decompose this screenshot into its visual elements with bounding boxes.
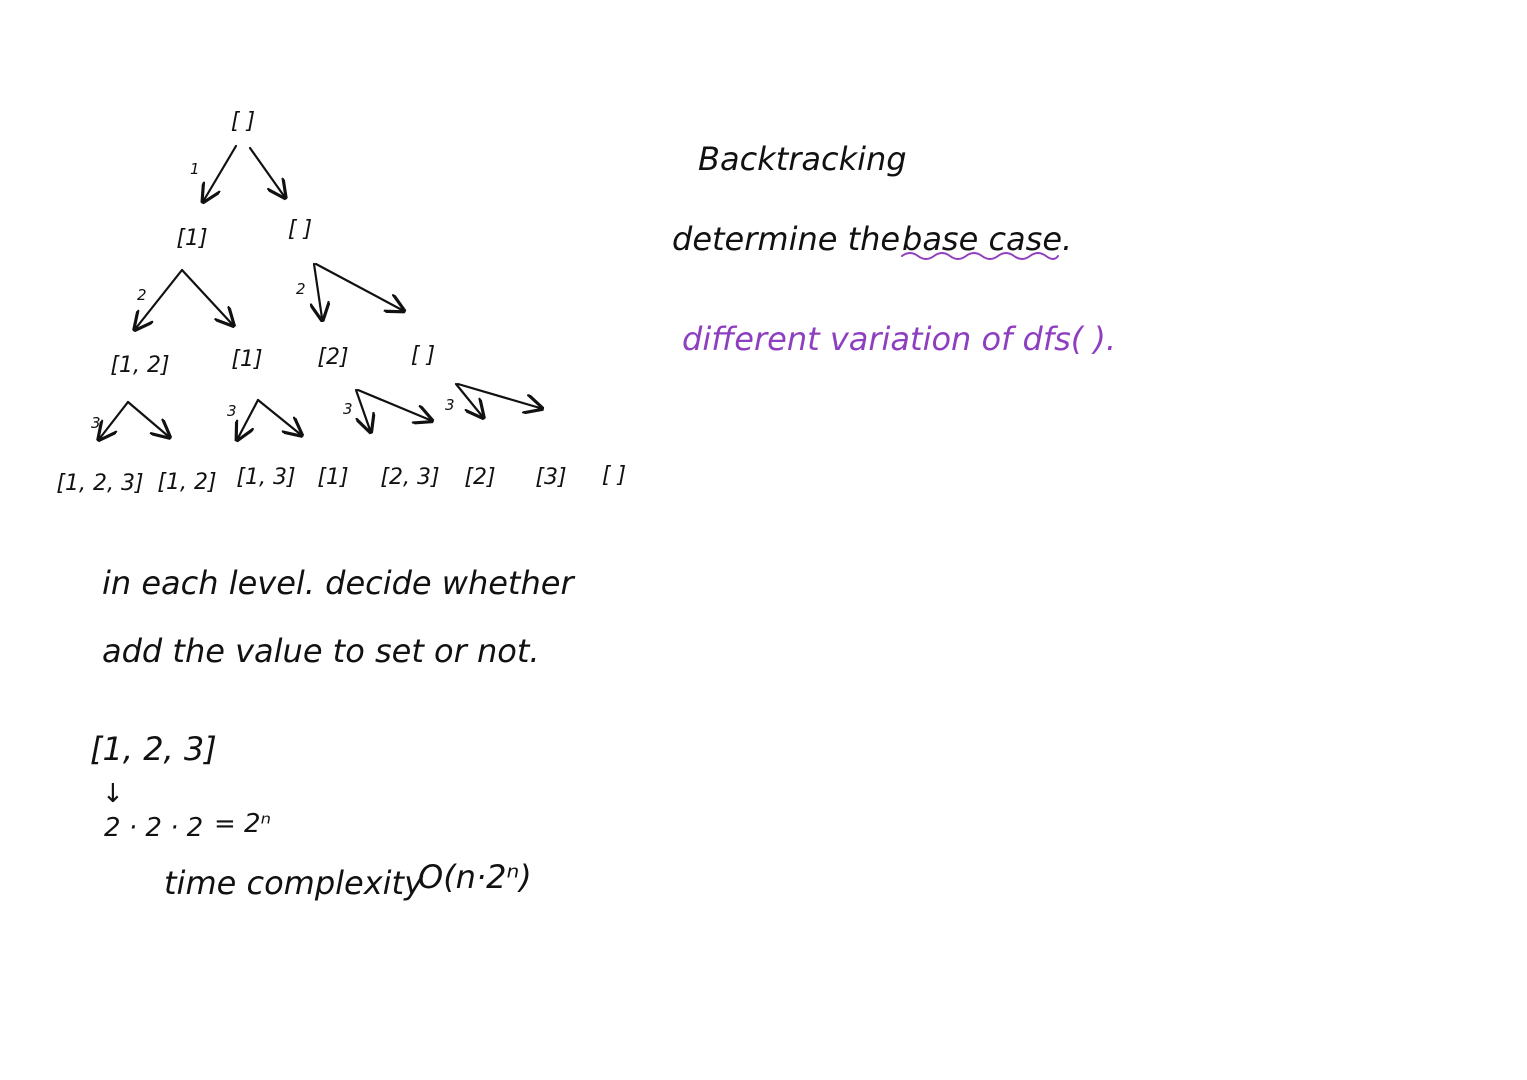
level-explanation: in each level. decide whether add the va… bbox=[102, 564, 575, 670]
down-arrow: ↓ bbox=[102, 779, 124, 809]
tree-edge bbox=[356, 388, 430, 420]
tree-node-l2-1: [1] bbox=[231, 347, 262, 372]
tree-edge bbox=[456, 382, 540, 408]
complexity-label: time complexity bbox=[164, 864, 424, 902]
backtracking-notes: Backtracking determine the base case. di… bbox=[672, 140, 1116, 358]
tree-edge bbox=[180, 268, 232, 324]
edge-label-2-right: 2 bbox=[296, 280, 306, 298]
tree-edge bbox=[204, 144, 238, 200]
tree-leaf-7: [ ] bbox=[602, 463, 626, 488]
tree-edge bbox=[314, 262, 322, 318]
base-case-prefix: determine the bbox=[672, 220, 900, 258]
complexity-derivation: [1, 2, 3] ↓ 2 · 2 · 2 = 2ⁿ time complexi… bbox=[90, 730, 532, 902]
base-case-emphasis: base case. bbox=[902, 220, 1072, 258]
edge-label-3-b: 3 bbox=[227, 402, 237, 420]
variation-note: different variation of dfs( ). bbox=[682, 320, 1116, 358]
branch-product: 2 · 2 · 2 bbox=[104, 813, 203, 843]
edge-label-2-left: 2 bbox=[137, 286, 147, 304]
tree-leaf-4: [2, 3] bbox=[380, 465, 439, 490]
tree-leaf-0: [1, 2, 3] bbox=[56, 471, 143, 496]
edge-label-1: 1 bbox=[190, 160, 200, 178]
level-line-2: add the value to set or not. bbox=[102, 632, 540, 670]
tree-node-l1-include: [1] bbox=[176, 226, 207, 251]
edge-label-3-a: 3 bbox=[91, 414, 101, 432]
tree-node-l1-exclude: [ ] bbox=[288, 217, 312, 242]
notes-title: Backtracking bbox=[698, 140, 907, 178]
tree-root-node: [ ] bbox=[231, 109, 255, 134]
tree-edge bbox=[238, 398, 260, 438]
whiteboard-canvas: [ ] [1] [ ] [1, 2] [1] [2] [ ] [1, 2, 3]… bbox=[56, 109, 1116, 902]
tree-leaf-5: [2] bbox=[464, 465, 495, 490]
tree-node-l2-2: [2] bbox=[317, 345, 348, 370]
tree-leaf-2: [1, 3] bbox=[236, 465, 295, 490]
edge-label-3-d: 3 bbox=[445, 396, 455, 414]
complexity-value: O(n·2ⁿ) bbox=[418, 858, 532, 896]
edge-label-3-c: 3 bbox=[343, 400, 353, 418]
tree-edge bbox=[100, 400, 130, 438]
tree-leaf-6: [3] bbox=[535, 465, 566, 490]
branch-product-result: = 2ⁿ bbox=[214, 809, 271, 839]
tree-edge bbox=[314, 262, 402, 310]
tree-leaf-1: [1, 2] bbox=[157, 470, 216, 495]
tree-edge bbox=[126, 400, 168, 436]
tree-node-l2-3: [ ] bbox=[411, 343, 435, 368]
tree-edge bbox=[256, 398, 300, 434]
example-input-set: [1, 2, 3] bbox=[90, 730, 217, 768]
level-line-1: in each level. decide whether bbox=[102, 564, 575, 602]
subset-tree: [ ] [1] [ ] [1, 2] [1] [2] [ ] [1, 2, 3]… bbox=[56, 109, 626, 496]
tree-leaf-3: [1] bbox=[317, 465, 348, 490]
tree-edge bbox=[248, 146, 284, 196]
tree-node-l2-0: [1, 2] bbox=[110, 353, 169, 378]
tree-edge bbox=[354, 388, 370, 430]
